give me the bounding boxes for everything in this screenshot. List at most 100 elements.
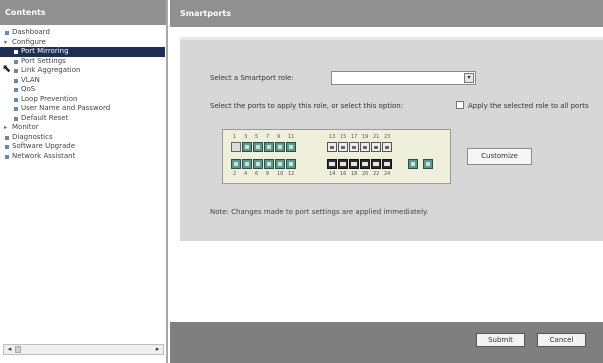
tree-item[interactable]: Dashboard [0, 28, 165, 38]
tree-item[interactable]: User Name and Password [0, 104, 165, 114]
port-number: 5 [255, 134, 259, 140]
expand-down-icon[interactable]: ▾ [4, 39, 7, 47]
tree-item[interactable]: Port Settings [0, 57, 165, 67]
scroll-left-icon[interactable]: ◂ [5, 345, 14, 354]
port-icon[interactable] [360, 142, 370, 152]
customize-button[interactable]: Customize [467, 148, 532, 165]
bullet-icon [14, 107, 18, 111]
tree-item-label: Port Mirroring [21, 47, 69, 55]
port-number: 19 [362, 134, 369, 140]
panel-divider[interactable] [166, 0, 168, 363]
port-icon[interactable] [371, 142, 381, 152]
port-icon[interactable] [382, 159, 392, 169]
page-title: Smartports [170, 0, 603, 27]
main-panel: Smartports Select a Smartport role: ▾ Se… [170, 0, 603, 363]
contents-title: Contents [0, 0, 168, 25]
action-bar: Submit Cancel [170, 322, 603, 363]
port-icon[interactable] [275, 142, 285, 152]
mouse-cursor-icon: ⬉ [2, 62, 12, 75]
port-number: 7 [266, 134, 270, 140]
scroll-right-icon[interactable]: ▸ [153, 345, 162, 354]
bullet-icon [5, 145, 9, 149]
chevron-down-icon[interactable]: ▾ [464, 73, 474, 83]
port-icon[interactable] [253, 142, 263, 152]
bullet-icon [14, 50, 18, 54]
cancel-button[interactable]: Cancel [537, 333, 586, 347]
tree-item-label: VLAN [21, 75, 40, 84]
port-icon[interactable] [286, 142, 296, 152]
port-number: 12 [288, 171, 295, 177]
bullet-icon [14, 69, 18, 73]
tree-item-label: Link Aggregation [21, 66, 81, 74]
tree-item[interactable]: Network Assistant [0, 152, 165, 162]
port-icon[interactable] [371, 159, 381, 169]
port-number: 24 [384, 171, 391, 177]
port-icon[interactable] [349, 142, 359, 152]
port-icon[interactable] [349, 159, 359, 169]
port-number: 18 [351, 171, 358, 177]
tree-item[interactable]: ▾ Configure [0, 38, 165, 48]
port-number: 14 [329, 171, 336, 177]
port-icon[interactable] [242, 159, 252, 169]
nav-tree: Dashboard ▾ Configure Port Mirroring Port Se… [0, 28, 165, 161]
port-icon[interactable] [382, 142, 392, 152]
bullet-icon [5, 135, 9, 140]
role-select[interactable]: ▾ [331, 71, 476, 85]
port-icon[interactable] [327, 159, 337, 169]
scroll-thumb[interactable] [15, 346, 21, 353]
horizontal-scrollbar[interactable]: ◂ ▸ [3, 344, 164, 355]
tree-item-label: Software Upgrade [12, 142, 76, 150]
port-icon[interactable] [275, 159, 285, 169]
bullet-icon [14, 59, 18, 64]
tree-item[interactable]: Port Mirroring [0, 47, 165, 57]
tree-item[interactable]: Loop Prevention [0, 95, 165, 105]
submit-button[interactable]: Submit [476, 333, 525, 347]
tree-item-label: User Name and Password [21, 104, 111, 112]
port-number: 11 [288, 134, 295, 140]
apply-all-checkbox[interactable] [456, 101, 464, 109]
port-number: 16 [340, 171, 347, 177]
port-icon[interactable] [327, 142, 337, 152]
tree-item[interactable]: Software Upgrade [0, 142, 165, 152]
port-icon[interactable] [338, 142, 348, 152]
port-number: 6 [255, 171, 259, 177]
tree-item-label: Loop Prevention [21, 94, 78, 103]
port-icon[interactable] [264, 159, 274, 169]
apply-hint: Select the ports to apply this role, or … [210, 102, 404, 110]
tree-item[interactable]: Diagnostics [0, 133, 165, 143]
tree-item[interactable]: Link Aggregation [0, 66, 165, 76]
port-icon[interactable] [264, 142, 274, 152]
contents-panel: Contents Dashboard ▾ Configure Port Mirrori… [0, 0, 168, 363]
smartports-form: Select a Smartport role: ▾ Select the po… [180, 37, 603, 241]
tree-item[interactable]: VLAN [0, 76, 165, 86]
bullet-icon [14, 88, 18, 92]
port-icon[interactable] [360, 159, 370, 169]
tree-item-label: Default Reset [21, 113, 69, 122]
port-number: 17 [351, 134, 358, 140]
port-icon[interactable] [338, 159, 348, 169]
bullet-icon [14, 116, 18, 121]
port-number: 8 [266, 171, 270, 177]
port-icon[interactable] [242, 142, 252, 152]
port-number: 22 [373, 171, 380, 177]
tree-item[interactable]: ▸ Monitor [0, 123, 165, 133]
tree-item-label: Dashboard [12, 28, 50, 36]
uplink-port-icon[interactable] [408, 159, 418, 169]
port-icon[interactable] [231, 142, 241, 152]
tree-item-label: Port Settings [21, 56, 66, 65]
port-number: 13 [329, 134, 336, 140]
port-icon[interactable] [231, 159, 241, 169]
expand-right-icon[interactable]: ▸ [4, 124, 7, 132]
bullet-icon [5, 154, 9, 159]
uplink-port-icon[interactable] [423, 159, 433, 169]
bullet-icon [14, 78, 18, 83]
apply-all-label: Apply the selected role to all ports [468, 102, 589, 110]
port-number: 4 [244, 171, 248, 177]
tree-item[interactable]: Default Reset [0, 114, 165, 124]
tree-item-label: Monitor [12, 123, 39, 131]
port-number: 3 [244, 134, 248, 140]
port-icon[interactable] [286, 159, 296, 169]
tree-item[interactable]: QoS [0, 85, 165, 95]
port-number: 21 [373, 134, 380, 140]
port-icon[interactable] [253, 159, 263, 169]
